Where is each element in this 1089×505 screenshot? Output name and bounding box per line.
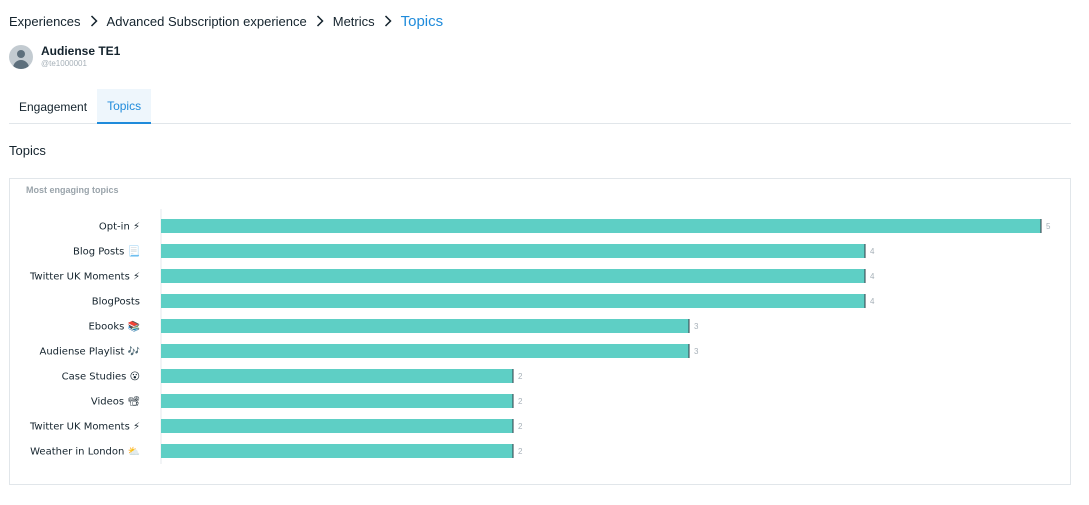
category-label: Audiense Playlist 🎶 [39, 346, 140, 358]
avatar [9, 45, 33, 69]
bar[interactable] [161, 419, 513, 433]
profile-handle: @te1000001 [41, 59, 87, 68]
bar[interactable] [161, 344, 689, 358]
category-label: Videos 📽 [91, 396, 140, 408]
bar[interactable] [161, 244, 865, 258]
bar[interactable] [161, 369, 513, 383]
data-label: 2 [518, 397, 523, 406]
category-label: BlogPosts [92, 297, 140, 308]
profile-name: Audiense TE1 [41, 44, 121, 58]
data-label: 3 [694, 347, 699, 356]
bar[interactable] [161, 294, 865, 308]
data-label: 2 [518, 422, 523, 431]
data-label: 4 [870, 272, 875, 281]
data-label: 4 [870, 247, 875, 256]
bar[interactable] [161, 444, 513, 458]
bar[interactable] [161, 219, 1041, 233]
bar[interactable] [161, 394, 513, 408]
data-label: 2 [518, 447, 523, 456]
section-title: Topics [9, 143, 46, 158]
category-label: Weather in London ⛅ [30, 446, 140, 458]
data-label: 4 [870, 297, 875, 306]
breadcrumb-metrics[interactable]: Metrics [333, 14, 375, 29]
category-label: Twitter UK Moments ⚡ [29, 272, 140, 283]
breadcrumb-current: Topics [400, 12, 444, 30]
category-label: Ebooks 📚 [88, 321, 140, 333]
chart-panel: Most engaging topics Opt-in ⚡ 5 Blog Posts… [9, 178, 1071, 485]
topics-bar-chart: Opt-in ⚡ 5 Blog Posts 📃 4 Twitter UK Moments… [29, 209, 1051, 464]
data-label: 2 [518, 372, 523, 381]
chevron-right-icon [316, 15, 324, 27]
breadcrumb: Experiences Advanced Subscription experi… [9, 11, 443, 31]
bar[interactable] [161, 269, 865, 283]
bar[interactable] [161, 319, 689, 333]
chevron-right-icon [384, 15, 392, 27]
breadcrumb-advanced-subscription[interactable]: Advanced Subscription experience [107, 14, 307, 29]
profile: Audiense TE1 @te1000001 [9, 44, 120, 70]
tab-topics[interactable]: Topics [97, 89, 152, 124]
category-label: Opt-in ⚡ [99, 222, 140, 233]
tab-engagement[interactable]: Engagement [9, 89, 97, 124]
data-label: 3 [694, 322, 699, 331]
category-label: Twitter UK Moments ⚡ [29, 422, 140, 433]
breadcrumb-experiences[interactable]: Experiences [9, 14, 81, 29]
chevron-right-icon [90, 15, 98, 27]
tab-bar: Engagement Topics [9, 89, 1071, 124]
category-label: Case Studies 😮 [62, 372, 140, 383]
data-label: 5 [1046, 222, 1051, 231]
category-label: Blog Posts 📃 [73, 245, 140, 258]
